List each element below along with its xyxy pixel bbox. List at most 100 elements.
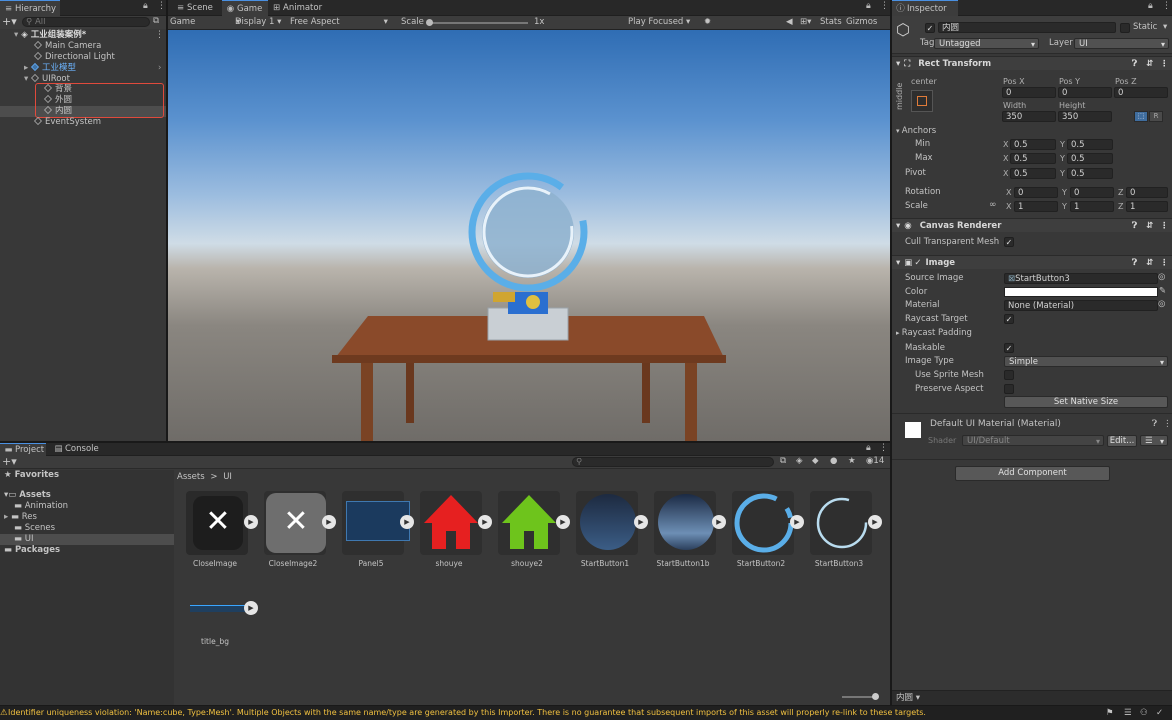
canvas-renderer-header[interactable]: ▾ ◉ Canvas Renderer ❓︎ ⇵ ⋮ <box>892 218 1172 232</box>
display-dropdown[interactable]: Display 1 ▾ <box>235 16 281 29</box>
hierarchy-item-directional-light[interactable]: Directional Light <box>34 52 115 63</box>
asset-item[interactable]: ✕ ▶ CloseImage2 <box>258 491 336 571</box>
game-mode-dropdown[interactable]: Game ▾ <box>170 16 240 29</box>
scale-slider-handle[interactable] <box>426 19 433 26</box>
max-y-field[interactable]: 0.5 <box>1067 153 1113 164</box>
play-icon[interactable]: ▶ <box>634 515 648 529</box>
object-picker-icon[interactable]: ◎ <box>1158 299 1165 309</box>
thumbnail-size-slider[interactable] <box>842 693 879 700</box>
raw-edit-button[interactable]: R <box>1149 111 1163 122</box>
search-in-icon[interactable]: ⧉ <box>780 456 786 466</box>
component-more-icon[interactable]: ⋮ <box>1160 256 1169 270</box>
scale-x-field[interactable]: 1 <box>1014 201 1058 212</box>
check-icon[interactable]: ✓ <box>1156 706 1163 720</box>
cache-icon[interactable]: ☰ <box>1124 706 1132 720</box>
game-viewport[interactable] <box>168 30 890 441</box>
height-field[interactable]: 350 <box>1058 111 1112 122</box>
filter-label-icon[interactable]: ◆ <box>812 456 819 466</box>
play-icon[interactable]: ▶ <box>790 515 804 529</box>
filter-type-icon[interactable]: ◈ <box>796 456 803 466</box>
tab-animator[interactable]: ⊞ Animator <box>268 0 328 16</box>
rotation-y-field[interactable]: 0 <box>1070 187 1114 198</box>
bug-icon[interactable]: ✹ <box>704 16 711 29</box>
play-icon[interactable]: ▶ <box>556 515 570 529</box>
preset-icon[interactable]: ⇵ <box>1146 256 1153 270</box>
scene-more-icon[interactable]: ⋮ <box>155 30 164 40</box>
breadcrumb-ui[interactable]: UI <box>223 472 232 482</box>
preserve-aspect-checkbox[interactable] <box>1004 384 1014 394</box>
folder-scenes[interactable]: ▬ Scenes <box>14 523 55 534</box>
favorites-item[interactable]: ★ Favorites <box>4 470 59 481</box>
add-icon[interactable]: +▾ <box>2 15 17 28</box>
asset-item[interactable]: ▶ StartButton1b <box>648 491 726 571</box>
active-checkbox[interactable]: ✓ <box>925 23 935 33</box>
raycast-target-checkbox[interactable]: ✓ <box>1004 314 1014 324</box>
project-search-input[interactable]: ⚲ <box>572 457 774 467</box>
cull-transparent-mesh-checkbox[interactable]: ✓ <box>1004 237 1014 247</box>
width-field[interactable]: 350 <box>1002 111 1056 122</box>
maskable-checkbox[interactable]: ✓ <box>1004 343 1014 353</box>
object-name-field[interactable]: 内圆 <box>938 22 1116 33</box>
use-sprite-mesh-checkbox[interactable] <box>1004 370 1014 380</box>
raycast-padding-label[interactable]: ▸ Raycast Padding <box>896 328 972 339</box>
activity-icon[interactable]: ⚑ <box>1106 706 1114 720</box>
add-component-button[interactable]: Add Component <box>955 466 1110 481</box>
log-icon[interactable]: ● <box>830 456 837 466</box>
settings-dropdown[interactable]: ⊞▾ <box>800 16 811 29</box>
favorite-icon[interactable]: ★ <box>848 456 856 466</box>
play-icon[interactable]: ▶ <box>244 601 258 615</box>
asset-item[interactable]: ▶ title_bg <box>180 581 258 661</box>
image-component-header[interactable]: ▾ ▣ ✓ Image ❓︎ ⇵ ⋮ <box>892 255 1172 269</box>
component-more-icon[interactable]: ⋮ <box>1160 57 1169 71</box>
set-native-size-button[interactable]: Set Native Size <box>1004 396 1168 408</box>
static-dropdown-icon[interactable]: ▾ <box>1163 22 1167 32</box>
anchors-label[interactable]: ▾ Anchors <box>896 126 936 137</box>
more-icon[interactable]: ⋮ <box>1162 1 1171 11</box>
help-icon[interactable]: ❓︎ <box>1132 57 1137 71</box>
tab-hierarchy[interactable]: ≡ Hierarchy <box>0 0 60 16</box>
more-icon[interactable]: ⋮ <box>879 443 888 453</box>
play-icon[interactable]: ▶ <box>400 515 414 529</box>
create-icon[interactable]: +▾ <box>2 455 17 468</box>
visibility-count[interactable]: ◉14 <box>866 456 884 466</box>
eyedropper-icon[interactable]: ✎ <box>1159 286 1166 296</box>
play-icon[interactable]: ▶ <box>478 515 492 529</box>
audio-icon[interactable]: ◀︎ <box>786 16 793 29</box>
component-more-icon[interactable]: ⋮ <box>1163 419 1172 429</box>
scale-z-field[interactable]: 1 <box>1126 201 1168 212</box>
hierarchy-item-event-system[interactable]: EventSystem <box>34 117 101 128</box>
static-checkbox[interactable] <box>1120 23 1130 33</box>
folder-ui[interactable]: ▬ UI <box>14 534 33 545</box>
play-icon[interactable]: ▶ <box>322 515 336 529</box>
max-x-field[interactable]: 0.5 <box>1010 153 1056 164</box>
thumbnail-size-slider-handle[interactable] <box>872 693 879 700</box>
footer-object-dropdown[interactable]: 内圆 ▾ <box>896 693 920 704</box>
asset-item[interactable]: ▶ Panel5 <box>336 491 414 571</box>
folder-animation[interactable]: ▬ Animation <box>14 501 68 512</box>
constrain-link-icon[interactable]: ∞ <box>989 200 997 210</box>
hierarchy-item-main-camera[interactable]: Main Camera <box>34 41 101 52</box>
image-enabled-checkbox[interactable]: ✓ <box>914 258 921 268</box>
material-field[interactable]: None (Material) <box>1004 300 1158 311</box>
tab-console[interactable]: ▤ Console <box>50 443 105 456</box>
shader-dropdown[interactable]: UI/Default <box>962 435 1104 447</box>
pivot-y-field[interactable]: 0.5 <box>1067 168 1113 179</box>
edit-shader-button[interactable]: Edit... <box>1107 435 1137 447</box>
asset-item[interactable]: ▶ shouye <box>414 491 492 571</box>
tag-dropdown[interactable]: Untagged <box>934 38 1039 50</box>
aspect-dropdown[interactable]: Free Aspect ▾ <box>290 16 388 29</box>
assets-folder[interactable]: ▾▭ Assets <box>4 490 51 501</box>
tab-game[interactable]: ◉ Game <box>222 0 269 16</box>
play-icon[interactable]: ▶ <box>868 515 882 529</box>
color-swatch[interactable] <box>1004 287 1158 297</box>
filter-icon[interactable]: ⧉ <box>153 16 159 26</box>
lock-icon[interactable]: 🔒︎ <box>866 443 871 453</box>
play-icon[interactable]: ▶ <box>244 515 258 529</box>
gizmos-button[interactable]: Gizmos <box>846 16 877 29</box>
preset-icon[interactable]: ⇵ <box>1146 219 1153 233</box>
scale-slider[interactable] <box>426 19 528 26</box>
scale-y-field[interactable]: 1 <box>1070 201 1114 212</box>
min-x-field[interactable]: 0.5 <box>1010 139 1056 150</box>
blueprint-mode-button[interactable]: ⬚ <box>1134 111 1148 122</box>
asset-item[interactable]: ▶ StartButton1 <box>570 491 648 571</box>
